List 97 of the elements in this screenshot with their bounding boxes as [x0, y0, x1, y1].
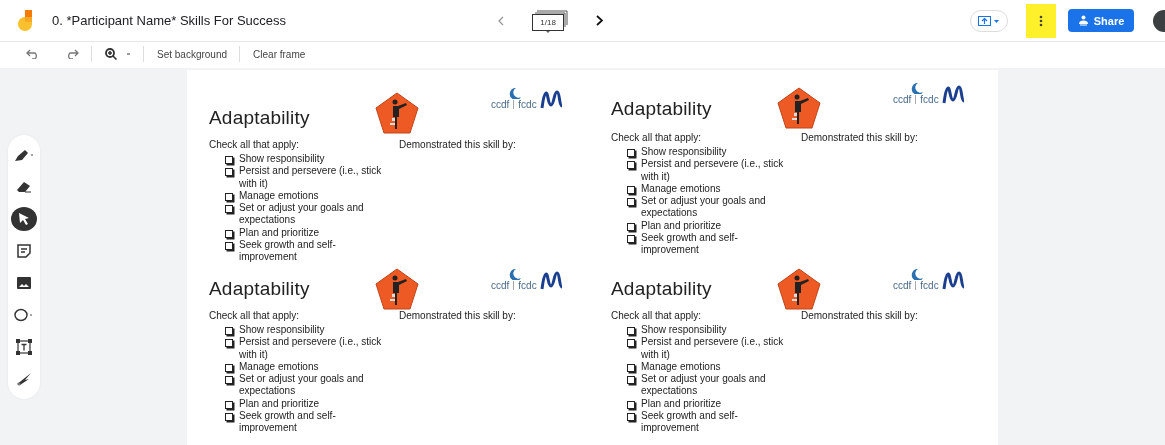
checkbox[interactable] — [627, 339, 635, 348]
skill-badge-icon — [375, 268, 419, 310]
toolbar-button[interactable]: Clear frame — [253, 48, 306, 60]
demonstrated-prompt: Demonstrated this skill by: — [801, 132, 918, 145]
checkbox[interactable] — [225, 205, 233, 214]
undo-icon[interactable] — [26, 49, 40, 59]
checklist-item: Persist and persevere (i.e., stick with it) — [239, 165, 383, 190]
checkbox[interactable] — [627, 363, 635, 372]
checklist-item: Set or adjust your goals and expectations — [239, 202, 365, 227]
eraser-icon[interactable] — [16, 181, 32, 193]
checkbox[interactable] — [225, 400, 233, 409]
checklist-item: Manage emotions — [641, 182, 722, 196]
checkbox[interactable] — [225, 168, 233, 177]
checklist-item: Seek growth and self-improvement — [239, 239, 337, 264]
checklist-item: Plan and prioritize — [641, 219, 723, 233]
scribble-logo-icon — [539, 90, 564, 110]
person-icon — [1077, 15, 1089, 26]
card-title: Adaptability — [611, 98, 713, 120]
logo-text: ccdf — [893, 280, 912, 291]
checkbox[interactable] — [627, 149, 635, 157]
checkbox[interactable] — [627, 400, 635, 409]
circle-shape-icon[interactable] — [14, 308, 34, 322]
checkbox[interactable] — [225, 363, 233, 372]
checklist-item: Plan and prioritize — [239, 226, 321, 240]
present-icon — [978, 15, 1000, 26]
skill-badge-icon — [777, 87, 821, 129]
checkbox[interactable] — [225, 242, 233, 251]
zoom-icon[interactable] — [105, 48, 131, 60]
checklist-item: Persist and persevere (i.e., stick with it) — [641, 158, 785, 183]
checkbox[interactable] — [225, 229, 233, 238]
checklist-item: Plan and prioritize — [641, 397, 723, 411]
checkbox[interactable] — [225, 339, 233, 348]
previous-icon[interactable] — [498, 15, 505, 26]
logo-text: ccdf — [893, 94, 912, 105]
image-icon[interactable] — [17, 277, 31, 289]
logo-text: fcdc — [920, 94, 939, 105]
checklist-item: Manage emotions — [239, 360, 320, 374]
check-prompt: Check all that apply: — [611, 132, 703, 143]
scribble-logo-icon — [941, 271, 966, 291]
checklist-item: Persist and persevere (i.e., stick with it) — [239, 336, 383, 361]
laser-icon[interactable] — [16, 372, 32, 386]
checkbox[interactable] — [627, 161, 635, 170]
checklist-item: Seek growth and self-improvement — [641, 410, 739, 435]
checklist-item: Seek growth and self-improvement — [239, 410, 337, 435]
document-title[interactable]: 0. *Participant Name* Skills For Success — [52, 13, 287, 28]
checkbox[interactable] — [225, 327, 233, 335]
check-prompt: Check all that apply: — [209, 139, 301, 150]
checkbox[interactable] — [627, 198, 635, 207]
checklist-item: Seek growth and self-improvement — [641, 232, 739, 257]
checklist-item: Set or adjust your goals and expectations — [239, 373, 365, 398]
checkbox[interactable] — [225, 413, 233, 422]
checkbox[interactable] — [225, 376, 233, 385]
checkbox[interactable] — [627, 413, 635, 422]
checkbox[interactable] — [225, 156, 233, 164]
demonstrated-prompt: Demonstrated this skill by: — [399, 139, 516, 152]
skill-badge-icon — [777, 268, 821, 310]
checklist-item: Set or adjust your goals and expectations — [641, 373, 767, 398]
demonstrated-prompt: Demonstrated this skill by: — [399, 310, 516, 323]
card-title: Adaptability — [209, 278, 311, 300]
logo-text: ccdf — [491, 99, 510, 110]
checkbox[interactable] — [627, 235, 635, 244]
logo-text: fcdc — [518, 99, 537, 110]
more-icon[interactable] — [1039, 14, 1043, 27]
card-title: Adaptability — [209, 107, 311, 129]
check-prompt: Check all that apply: — [611, 310, 703, 321]
demonstrated-prompt: Demonstrated this skill by: — [801, 310, 918, 323]
next-icon[interactable] — [596, 15, 604, 26]
scribble-logo-icon — [539, 271, 564, 291]
checklist-item: Manage emotions — [239, 189, 320, 203]
skill-badge-icon — [375, 92, 419, 134]
select-tool-button[interactable] — [11, 207, 37, 231]
checklist-item: Persist and persevere (i.e., stick with it) — [641, 336, 785, 361]
logo-text: fcdc — [920, 280, 939, 291]
marker-icon[interactable] — [14, 148, 34, 162]
logo-text: fcdc — [518, 280, 537, 291]
checklist-item: Show responsibility — [239, 153, 326, 166]
toolbar-button[interactable]: Set background — [157, 48, 228, 60]
checklist-item: Show responsibility — [641, 324, 728, 337]
cursor-icon — [18, 212, 30, 226]
check-prompt: Check all that apply: — [209, 310, 301, 321]
checkbox[interactable] — [627, 185, 635, 194]
sticky-note-icon[interactable] — [17, 244, 31, 258]
text-box-icon[interactable] — [16, 339, 32, 355]
checklist-item: Plan and prioritize — [239, 397, 321, 411]
checkbox[interactable] — [225, 192, 233, 201]
checklist-item: Show responsibility — [641, 146, 728, 159]
scribble-logo-icon — [941, 85, 966, 105]
checklist-item: Show responsibility — [239, 324, 326, 337]
redo-icon[interactable] — [65, 49, 79, 59]
checkbox[interactable] — [627, 222, 635, 231]
checklist-item: Manage emotions — [641, 360, 722, 374]
checkbox[interactable] — [627, 327, 635, 335]
card-title: Adaptability — [611, 278, 713, 300]
logo-text: ccdf — [491, 280, 510, 291]
share-button[interactable]: Share — [1068, 9, 1134, 32]
checkbox[interactable] — [627, 376, 635, 385]
checklist-item: Set or adjust your goals and expectations — [641, 195, 767, 220]
